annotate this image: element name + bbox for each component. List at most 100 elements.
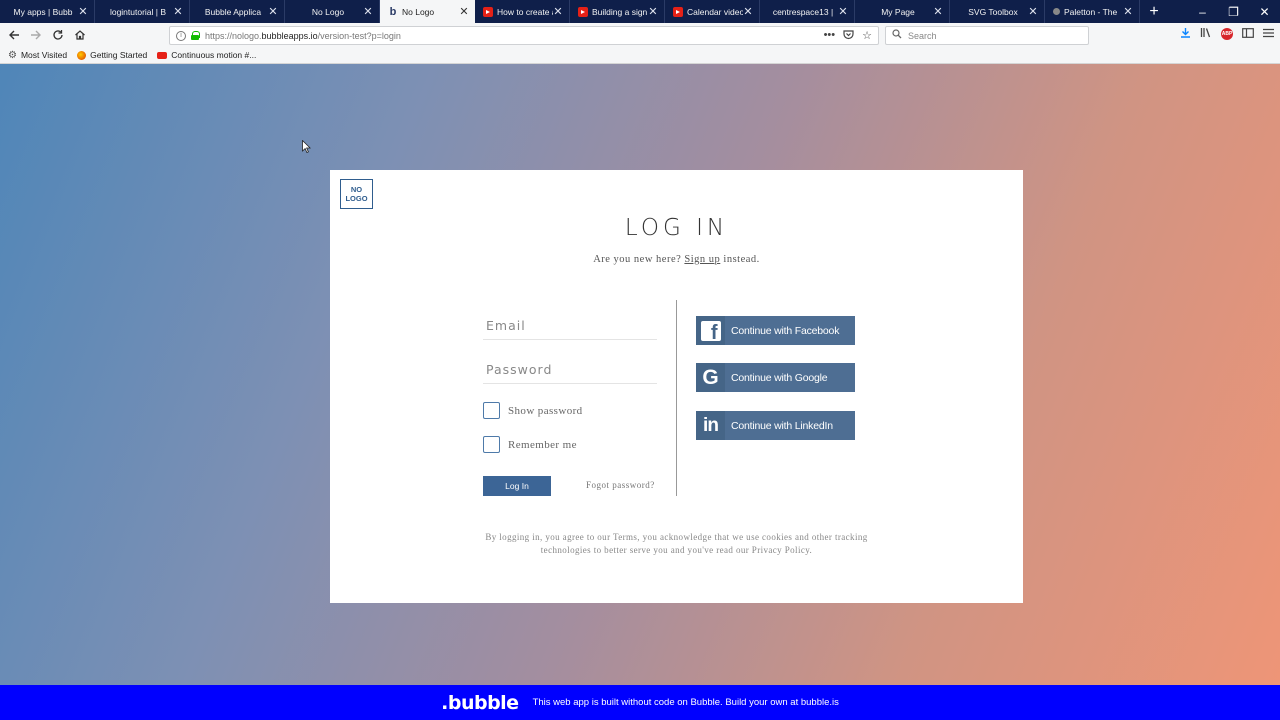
back-arrow-icon xyxy=(9,30,19,40)
tab-no-logo-1[interactable]: No Logo ✕ xyxy=(285,0,380,23)
tab-title: My apps | Bubb xyxy=(13,6,73,17)
facebook-login-button[interactable]: Continue with Facebook xyxy=(696,316,855,345)
tab-title: logintutorial | B xyxy=(109,6,167,17)
bookmark-star-icon[interactable]: ☆ xyxy=(862,29,872,43)
url-text[interactable]: https://nologo.bubbleapps.io/version-tes… xyxy=(205,31,824,41)
new-tab-button[interactable]: + xyxy=(1140,0,1168,23)
close-tab-icon[interactable]: ✕ xyxy=(743,5,753,18)
password-field[interactable]: Password xyxy=(483,362,657,384)
tab-title: My Page xyxy=(881,6,915,17)
minimize-button[interactable]: – xyxy=(1187,0,1218,23)
search-placeholder: Search xyxy=(908,30,937,41)
download-icon[interactable] xyxy=(1180,27,1191,41)
restore-button[interactable]: ❐ xyxy=(1218,0,1249,23)
close-tab-icon[interactable]: ✕ xyxy=(1123,5,1133,18)
paletton-icon xyxy=(1053,8,1060,15)
close-tab-icon[interactable]: ✕ xyxy=(173,5,183,18)
home-icon xyxy=(75,30,85,40)
tab-how-to-create[interactable]: How to create a ✕ xyxy=(475,0,570,23)
bubble-logo: .bubble xyxy=(441,691,519,714)
forward-button[interactable] xyxy=(25,24,47,46)
close-window-button[interactable]: ✕ xyxy=(1249,0,1280,23)
no-logo-badge[interactable]: NO LOGO xyxy=(340,179,373,209)
close-tab-icon[interactable]: ✕ xyxy=(363,5,373,18)
youtube-icon xyxy=(157,51,168,59)
adblock-icon[interactable]: ABP xyxy=(1221,28,1233,40)
bookmark-most-visited[interactable]: ⚙ Most Visited xyxy=(8,50,67,61)
vertical-divider xyxy=(676,300,677,496)
login-button[interactable]: Log In xyxy=(483,476,551,496)
tab-bubble-application[interactable]: Bubble Applica ✕ xyxy=(190,0,285,23)
tab-building-a-sign[interactable]: Building a sign ✕ xyxy=(570,0,665,23)
tab-logintutorial[interactable]: logintutorial | B ✕ xyxy=(95,0,190,23)
remember-me-option[interactable]: Remember me xyxy=(483,436,577,453)
forward-arrow-icon xyxy=(31,30,41,40)
tab-no-logo-active[interactable]: b No Logo ✕ xyxy=(380,0,475,23)
show-password-option[interactable]: Show password xyxy=(483,402,583,419)
tab-calendar-video[interactable]: Calendar video ✕ xyxy=(665,0,760,23)
tab-paletton[interactable]: Paletton - The ✕ xyxy=(1045,0,1140,23)
menu-icon[interactable] xyxy=(1263,28,1274,41)
library-icon[interactable] xyxy=(1200,27,1212,41)
tab-my-apps[interactable]: My apps | Bubb ✕ xyxy=(0,0,95,23)
tab-title: Building a sign xyxy=(592,6,648,17)
show-password-label: Show password xyxy=(508,404,583,417)
close-tab-icon[interactable]: ✕ xyxy=(838,5,848,18)
remember-me-checkbox[interactable] xyxy=(483,436,500,453)
terms-line-2: technologies to better serve you and you… xyxy=(540,545,813,555)
reload-button[interactable] xyxy=(47,24,69,46)
facebook-button-label: Continue with Facebook xyxy=(731,324,840,337)
bookmark-getting-started[interactable]: Getting Started xyxy=(77,50,147,60)
bookmark-label: Getting Started xyxy=(90,50,148,60)
tab-my-page[interactable]: My Page ✕ xyxy=(855,0,950,23)
bookmark-continuous-motion[interactable]: Continuous motion #... xyxy=(157,50,256,60)
youtube-icon xyxy=(578,6,588,17)
tab-centrespace[interactable]: centrespace13 | ✕ xyxy=(760,0,855,23)
back-button[interactable] xyxy=(3,24,25,46)
linkedin-button-label: Continue with LinkedIn xyxy=(731,419,833,432)
page-title: LOG IN xyxy=(624,215,729,241)
navigation-bar: i https://nologo.bubbleapps.io/version-t… xyxy=(0,23,1280,47)
close-tab-icon[interactable]: ✕ xyxy=(1028,5,1038,18)
bookmark-label: Continuous motion #... xyxy=(171,50,257,60)
mouse-cursor-icon xyxy=(302,139,312,156)
linkedin-login-button[interactable]: in Continue with LinkedIn xyxy=(696,411,855,440)
firefox-icon xyxy=(77,50,87,60)
search-icon xyxy=(892,29,902,42)
close-tab-icon[interactable]: ✕ xyxy=(78,5,88,18)
close-tab-icon[interactable]: ✕ xyxy=(459,5,469,18)
signup-prompt: Are you new here? Sign up instead. xyxy=(330,254,1023,265)
signup-link[interactable]: Sign up xyxy=(684,254,720,265)
terms-notice: By logging in, you agree to our Terms, y… xyxy=(460,531,893,557)
bubble-banner-text: This web app is built without code on Bu… xyxy=(532,697,839,708)
tab-title: No Logo xyxy=(402,6,435,17)
pocket-icon[interactable] xyxy=(843,29,854,43)
tab-spacer xyxy=(1168,0,1187,23)
tab-title: centrespace13 | xyxy=(772,6,834,17)
youtube-icon xyxy=(673,6,683,17)
close-tab-icon[interactable]: ✕ xyxy=(553,5,563,18)
forgot-password-link[interactable]: Fogot password? xyxy=(586,480,655,490)
close-tab-icon[interactable]: ✕ xyxy=(648,5,658,18)
sidebar-icon[interactable] xyxy=(1242,27,1254,41)
info-icon[interactable]: i xyxy=(176,30,186,41)
page-actions-icon[interactable]: ••• xyxy=(824,29,836,43)
close-tab-icon[interactable]: ✕ xyxy=(268,5,278,18)
google-login-button[interactable]: G Continue with Google xyxy=(696,363,855,392)
remember-me-label: Remember me xyxy=(508,438,577,451)
google-icon: G xyxy=(696,363,725,392)
reload-icon xyxy=(53,30,63,40)
home-button[interactable] xyxy=(69,24,91,46)
bubble-banner[interactable]: .bubble This web app is built without co… xyxy=(0,685,1280,720)
close-tab-icon[interactable]: ✕ xyxy=(933,5,943,18)
lock-icon[interactable] xyxy=(191,31,200,40)
terms-line-1: By logging in, you agree to our Terms, y… xyxy=(485,532,868,542)
email-field[interactable]: Email xyxy=(483,318,657,340)
address-bar[interactable]: i https://nologo.bubbleapps.io/version-t… xyxy=(169,26,879,45)
search-bar[interactable]: Search xyxy=(885,26,1089,45)
logo-line-1: NO xyxy=(350,185,363,194)
show-password-checkbox[interactable] xyxy=(483,402,500,419)
google-button-label: Continue with Google xyxy=(731,371,828,384)
url-prefix: https://nologo. xyxy=(205,30,262,41)
tab-svg-toolbox[interactable]: SVG Toolbox ✕ xyxy=(950,0,1045,23)
